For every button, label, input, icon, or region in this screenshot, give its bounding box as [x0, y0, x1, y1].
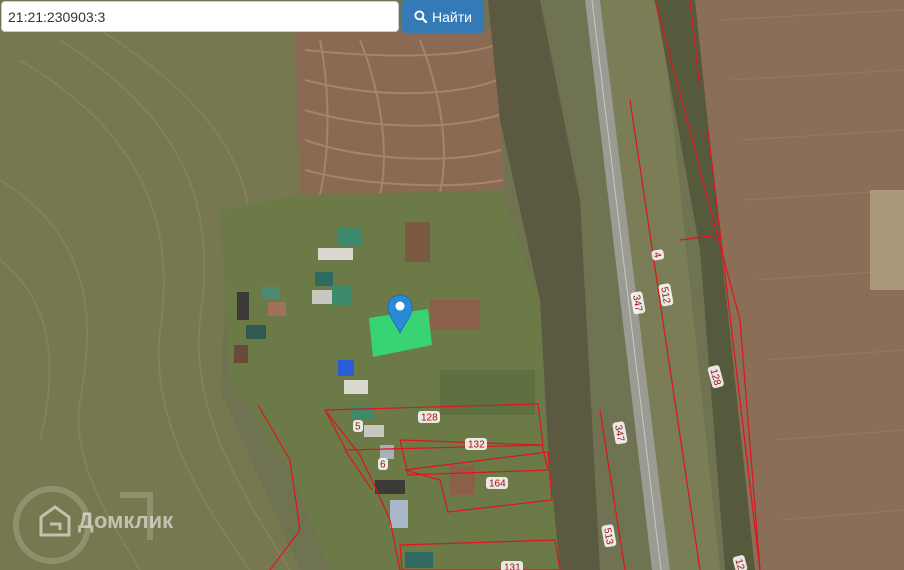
domclick-house-icon [39, 505, 71, 537]
parcel-label-132: 132 [465, 438, 487, 451]
search-icon [414, 10, 428, 23]
garden-plot [440, 370, 535, 415]
parcel-label-text: 5 [355, 422, 361, 433]
watermark-brand: Домклик [78, 508, 174, 533]
parcel-label-text: 132 [468, 440, 485, 451]
parcel-label-text: 128 [421, 413, 438, 424]
parcel-label-5: 5 [353, 420, 363, 433]
satellite-map[interactable]: 128 132 164 131 5 6 347 512 4 128 347 51… [0, 0, 904, 570]
parcel-label-text: 131 [504, 563, 521, 570]
parcel-label-128: 128 [418, 411, 440, 424]
search-button[interactable]: Найти [402, 0, 484, 33]
parcel-label-164: 164 [486, 477, 508, 490]
search-button-label: Найти [432, 8, 472, 25]
garden-plot [450, 465, 475, 495]
pale-patch [870, 190, 904, 290]
parcel-label-text: 164 [489, 479, 506, 490]
parcel-label-text: 6 [380, 460, 386, 471]
search-input[interactable] [1, 1, 399, 32]
parcel-label-6: 6 [378, 458, 388, 471]
domclick-watermark: Домклик [38, 504, 173, 538]
parcel-label-131: 131 [501, 561, 523, 570]
parcel-label-text: 12 [732, 558, 746, 570]
search-bar: Найти [0, 0, 484, 33]
garden-plot [430, 300, 480, 330]
garden-plot [405, 222, 430, 262]
